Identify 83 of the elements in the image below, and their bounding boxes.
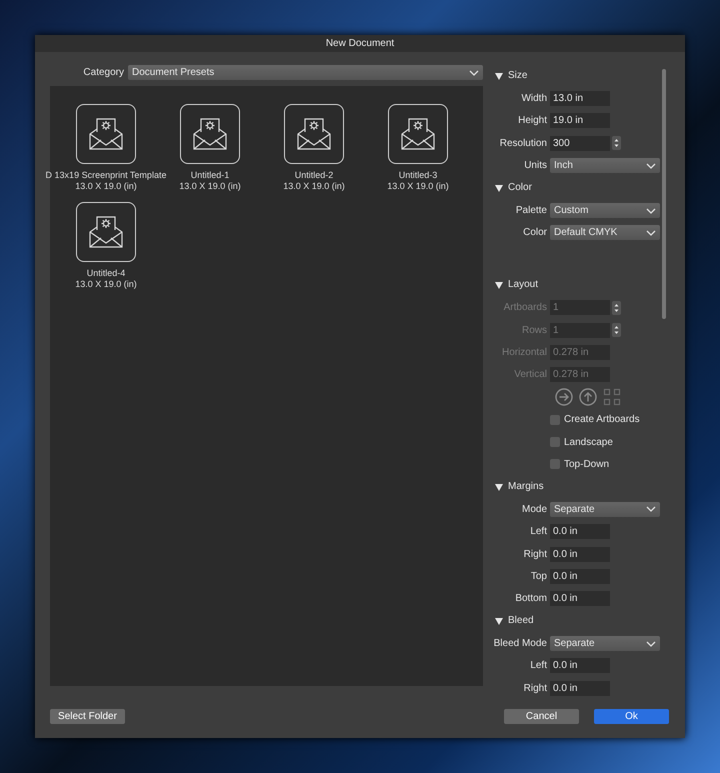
preset-name: Untitled-2 xyxy=(294,170,334,181)
field-label: Palette xyxy=(514,205,548,216)
disclosure-triangle-icon[interactable] xyxy=(495,482,503,491)
disclosure-triangle-icon[interactable] xyxy=(495,281,503,290)
field-label: Left xyxy=(529,526,548,538)
field-label: Left xyxy=(529,660,548,672)
input-field[interactable]: 300 xyxy=(550,136,610,151)
field-label: Rows xyxy=(520,324,548,336)
envelope-gear-icon xyxy=(88,117,124,151)
dialog-button[interactable]: Cancel xyxy=(504,708,579,724)
field-label: Mode xyxy=(520,504,548,515)
field-label: Vertical xyxy=(513,369,548,380)
chevron-down-icon xyxy=(646,230,656,236)
envelope-gear-icon xyxy=(88,215,124,249)
input-field[interactable]: 13.0 in xyxy=(550,91,610,106)
disclosure-triangle-icon[interactable] xyxy=(495,72,503,80)
window-title: New Document xyxy=(35,35,685,52)
disclosure-triangle-icon[interactable] xyxy=(495,617,503,626)
preset-size: 13.0 X 19.0 (in) xyxy=(283,181,345,192)
field-label: Horizontal xyxy=(500,346,548,358)
section-header: Bleed xyxy=(508,614,534,628)
document-preset-tile[interactable] xyxy=(76,202,136,262)
chevron-down-icon xyxy=(646,208,656,214)
checkbox[interactable]: Create Artboards xyxy=(550,414,640,426)
document-preset-tile[interactable] xyxy=(388,104,448,164)
disclosure-triangle-icon[interactable] xyxy=(495,184,503,192)
category-label: Category xyxy=(82,67,125,78)
dropdown[interactable]: Default CMYK xyxy=(550,225,660,240)
document-preset-tile[interactable] xyxy=(180,104,240,164)
checkbox[interactable]: Top-Down xyxy=(550,458,610,470)
field-label: Units xyxy=(523,160,548,172)
dropdown[interactable]: Separate xyxy=(550,636,660,652)
field-label: Width xyxy=(520,93,548,104)
preset-name: D 13x19 Screenprint Template xyxy=(46,170,166,181)
preset-name: Untitled-3 xyxy=(398,170,438,181)
dropdown[interactable]: Inch xyxy=(550,158,660,174)
section-header: Size xyxy=(508,69,528,83)
envelope-gear-icon xyxy=(296,117,332,151)
preset-size: 13.0 X 19.0 (in) xyxy=(75,279,137,290)
dialog-button[interactable]: Select Folder xyxy=(50,708,125,724)
field-label: Bleed Mode xyxy=(492,638,548,650)
input-field[interactable]: 0.0 in xyxy=(550,591,610,606)
preset-size: 13.0 X 19.0 (in) xyxy=(75,181,137,192)
chevron-down-icon xyxy=(646,640,656,647)
stepper-arrows-icon[interactable] xyxy=(612,300,621,315)
input-field[interactable]: 0.0 in xyxy=(550,680,610,696)
stepper-arrows-icon[interactable] xyxy=(612,136,621,150)
input-field[interactable]: 19.0 in xyxy=(550,113,610,128)
checkbox[interactable]: Landscape xyxy=(550,436,613,448)
input-field[interactable]: 0.0 in xyxy=(550,546,610,562)
section-header: Layout xyxy=(508,278,538,292)
input-field[interactable]: 0.0 in xyxy=(550,658,610,674)
preset-size: 13.0 X 19.0 (in) xyxy=(387,181,449,192)
chevron-down-icon xyxy=(646,506,656,512)
envelope-gear-icon xyxy=(192,117,228,151)
preset-size: 13.0 X 19.0 (in) xyxy=(179,181,241,192)
dropdown[interactable]: Separate xyxy=(550,502,660,517)
input-field[interactable]: 0.0 in xyxy=(550,524,610,540)
field-label: Color xyxy=(522,227,548,238)
field-label: Resolution xyxy=(498,138,548,149)
preset-name: Untitled-1 xyxy=(190,170,230,181)
arrow-right-circle-icon[interactable] xyxy=(555,388,573,406)
category-dropdown[interactable]: Document Presets xyxy=(128,65,483,80)
stepper-arrows-icon[interactable] xyxy=(612,323,621,338)
document-preset-tile[interactable] xyxy=(76,104,136,164)
chevron-down-icon xyxy=(469,70,479,76)
section-header: Color xyxy=(508,180,532,195)
preset-name: Untitled-4 xyxy=(86,268,126,279)
document-preset-tile[interactable] xyxy=(284,104,344,164)
chevron-down-icon xyxy=(646,162,656,169)
field-label: Height xyxy=(517,115,548,126)
section-header: Margins xyxy=(508,480,544,494)
dropdown[interactable]: Custom xyxy=(550,203,660,218)
field-label: Right xyxy=(522,548,548,560)
scrollbar-thumb[interactable] xyxy=(662,69,666,319)
ok-button[interactable]: Ok xyxy=(594,708,669,724)
field-label: Artboards xyxy=(502,302,548,314)
input-field[interactable]: 0.0 in xyxy=(550,568,610,584)
arrow-up-circle-icon[interactable] xyxy=(579,388,597,406)
field-label: Right xyxy=(522,682,548,694)
envelope-gear-icon xyxy=(400,117,436,151)
field-label: Bottom xyxy=(514,593,548,604)
field-label: Top xyxy=(530,570,548,582)
